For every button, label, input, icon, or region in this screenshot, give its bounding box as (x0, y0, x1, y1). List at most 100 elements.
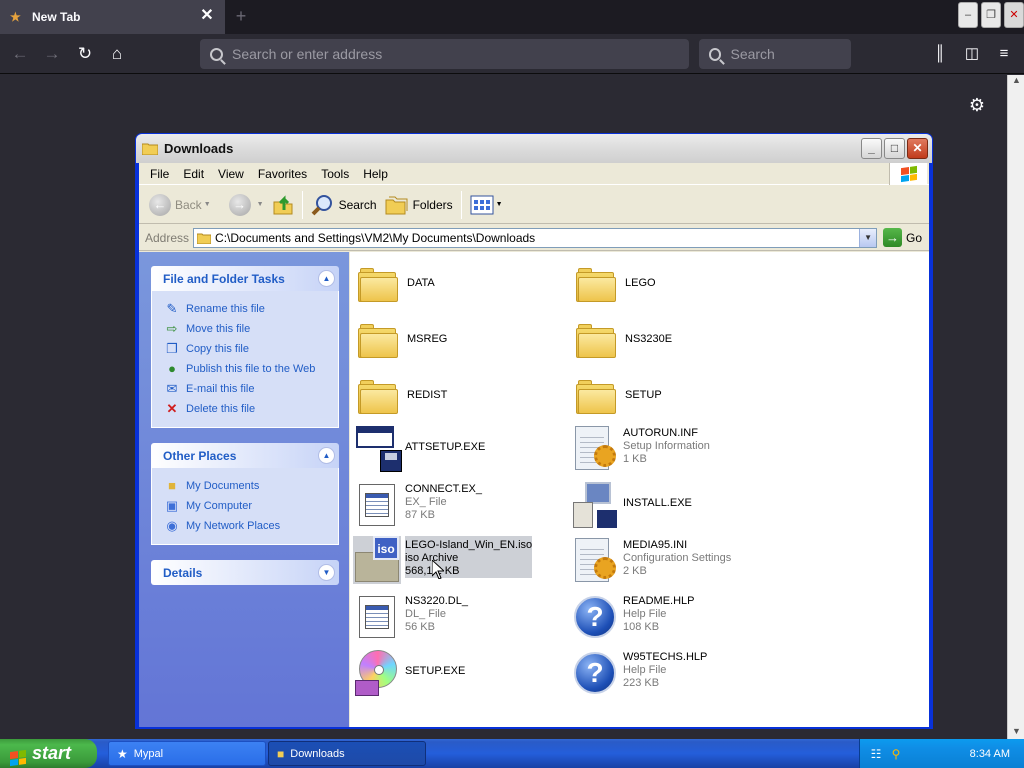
file-item[interactable]: LEGO (573, 260, 773, 310)
forward-button[interactable]: → ▼ (225, 190, 268, 220)
forward-arrow-icon[interactable]: → (40, 42, 64, 66)
task-email[interactable]: ✉ E-mail this file (164, 379, 338, 399)
file-item-selected[interactable]: iso LEGO-Island_Win_EN.iso iso Archive 568… (353, 536, 553, 586)
file-name: NS3230E (625, 333, 673, 345)
menu-file[interactable]: File (143, 167, 176, 181)
minimize-button[interactable]: _ (861, 138, 882, 159)
url-input[interactable] (232, 46, 664, 62)
close-tab-icon[interactable]: ✕ (199, 8, 215, 24)
details-header[interactable]: Details ▼ (151, 560, 339, 585)
file-size: 2 KB (623, 565, 647, 577)
taskbar-item-mypal[interactable]: ★ Mypal (108, 741, 266, 766)
minimize-button[interactable]: – (958, 2, 978, 28)
file-item[interactable]: INSTALL.EXE (571, 480, 771, 530)
expand-chevron-icon[interactable]: ▼ (318, 564, 335, 581)
file-item[interactable]: AUTORUN.INF Setup Information 1 KB (571, 424, 771, 474)
folders-button[interactable]: Folders (381, 190, 457, 220)
dropdown-caret-icon: ▼ (495, 201, 503, 208)
scroll-up-arrow-icon[interactable]: ▲ (1008, 75, 1024, 92)
address-label: Address (145, 230, 190, 245)
home-icon[interactable]: ⌂ (105, 42, 129, 66)
window-titlebar[interactable]: Downloads _ □ ✕ (136, 134, 932, 163)
place-my-documents[interactable]: ■ My Documents (164, 476, 338, 496)
search-tray-icon[interactable]: ⚲ (888, 746, 904, 762)
back-button[interactable]: ← Back ▼ (145, 190, 215, 220)
generic-file-icon (353, 480, 401, 528)
file-name: W95TECHS.HLP (623, 651, 708, 663)
folder-icon (355, 316, 403, 364)
file-folder-tasks-header[interactable]: File and Folder Tasks ▲ (151, 266, 339, 291)
start-button[interactable]: start (0, 739, 97, 768)
toolbar: ← Back ▼ → ▼ Search Folders ▼ (139, 186, 929, 224)
clock[interactable]: 8:34 AM (970, 748, 1010, 760)
file-item[interactable]: REDIST (355, 372, 555, 422)
browser-scrollbar[interactable]: ▲ ▼ (1007, 75, 1024, 743)
menu-view[interactable]: View (211, 167, 251, 181)
close-button[interactable]: ✕ (1004, 2, 1024, 28)
restore-button[interactable]: ❐ (981, 2, 1001, 28)
help-file-icon: ? (571, 592, 619, 640)
window-controls: _ □ ✕ (859, 138, 928, 159)
network-tray-icon[interactable]: ☷ (868, 746, 884, 762)
search-input[interactable] (730, 46, 851, 62)
file-type: DL_ File (405, 608, 446, 620)
file-size: 56 KB (405, 621, 435, 633)
menu-favorites[interactable]: Favorites (251, 167, 314, 181)
file-name: README.HLP (623, 595, 695, 607)
search-button[interactable]: Search (307, 190, 381, 220)
other-places-panel: Other Places ▲ ■ My Documents ▣ My Compute… (151, 443, 339, 545)
task-delete[interactable]: ✕ Delete this file (164, 399, 338, 419)
sidebar-icon[interactable]: ◫ (960, 42, 984, 66)
views-icon (470, 195, 494, 214)
up-folder-button[interactable] (268, 190, 298, 220)
collapse-chevron-icon[interactable]: ▲ (318, 270, 335, 287)
place-my-computer[interactable]: ▣ My Computer (164, 496, 338, 516)
file-item[interactable]: ? W95TECHS.HLP Help File 223 KB (571, 648, 771, 698)
menu-help[interactable]: Help (356, 167, 395, 181)
file-item[interactable]: MSREG (355, 316, 555, 366)
file-item[interactable]: MEDIA95.INI Configuration Settings 2 KB (571, 536, 771, 586)
toolbar-separator (460, 190, 462, 219)
folder-icon (197, 233, 212, 244)
file-item[interactable]: DATA (355, 260, 555, 310)
browser-tab[interactable]: ★ New Tab ✕ (0, 0, 225, 34)
views-button[interactable]: ▼ (466, 190, 507, 220)
file-name: LEGO (625, 277, 656, 289)
back-arrow-icon: ← (149, 193, 171, 216)
task-rename[interactable]: ✎ Rename this file (164, 299, 338, 319)
task-copy[interactable]: ❐ Copy this file (164, 339, 338, 359)
gear-icon[interactable]: ⚙ (966, 94, 988, 116)
other-places-header[interactable]: Other Places ▲ (151, 443, 339, 468)
file-item[interactable]: NS3220.DL_ DL_ File 56 KB (353, 592, 553, 642)
file-item[interactable]: CONNECT.EX_ EX_ File 87 KB (353, 480, 553, 530)
place-label: My Documents (186, 480, 260, 492)
collapse-chevron-icon[interactable]: ▲ (318, 447, 335, 464)
file-item[interactable]: NS3230E (573, 316, 773, 366)
close-button[interactable]: ✕ (907, 138, 928, 159)
reload-icon[interactable]: ↻ (73, 42, 97, 66)
taskbar-item-downloads[interactable]: ■ Downloads (268, 741, 426, 766)
menu-edit[interactable]: Edit (176, 167, 211, 181)
task-move[interactable]: ⇨ Move this file (164, 319, 338, 339)
address-dropdown-icon[interactable]: ▼ (859, 228, 877, 247)
file-size: 568,1.2 KB (405, 565, 460, 577)
forward-arrow-icon: → (228, 193, 251, 216)
menu-icon[interactable]: ≡ (992, 42, 1016, 66)
file-item[interactable]: ? README.HLP Help File 108 KB (571, 592, 771, 642)
url-bar[interactable] (200, 39, 689, 69)
search-box[interactable] (699, 39, 851, 69)
menu-tools[interactable]: Tools (314, 167, 356, 181)
address-field[interactable]: C:\Documents and Settings\VM2\My Documen… (193, 227, 878, 248)
file-item[interactable]: SETUP (573, 372, 773, 422)
task-publish[interactable]: ● Publish this file to the Web (164, 359, 338, 379)
go-button[interactable]: → Go (883, 228, 922, 247)
task-label: E-mail this file (186, 383, 255, 395)
library-icon[interactable]: ║ (928, 42, 952, 66)
file-item[interactable]: ATTSETUP.EXE (353, 424, 553, 474)
back-arrow-icon[interactable]: ← (8, 42, 32, 66)
mypal-icon: ★ (117, 746, 128, 761)
maximize-button[interactable]: □ (884, 138, 905, 159)
place-my-network[interactable]: ◉ My Network Places (164, 516, 338, 536)
file-item[interactable]: SETUP.EXE (353, 648, 553, 698)
new-tab-button[interactable]: + (231, 6, 251, 26)
